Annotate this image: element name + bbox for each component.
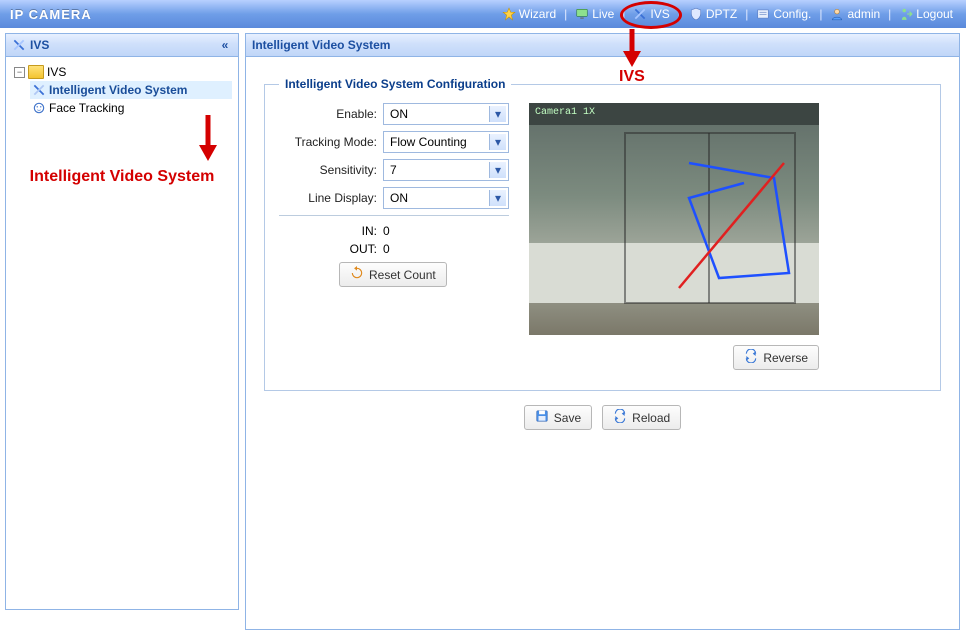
- in-label: IN:: [279, 224, 383, 238]
- line-display-label: Line Display:: [279, 191, 383, 205]
- fieldset-legend: Intelligent Video System Configuration: [279, 77, 511, 91]
- config-form: Enable: ON ▾ Tracking Mode: Flow Countin…: [279, 103, 509, 370]
- enable-select[interactable]: ON ▾: [383, 103, 509, 125]
- tree-root-ivs[interactable]: − IVS: [12, 63, 232, 81]
- sensitivity-label: Sensitivity:: [279, 163, 383, 177]
- nav-live[interactable]: Live: [572, 5, 617, 23]
- nav-dptz[interactable]: DPTZ: [686, 5, 740, 23]
- nav-config[interactable]: Config.: [753, 5, 814, 23]
- config-icon: [756, 7, 770, 21]
- main-panel-header: Intelligent Video System: [246, 34, 959, 57]
- sidebar-tree: − IVS Intelligent Video System Face Trac…: [6, 57, 238, 609]
- preview-column: Camera1 1X: [529, 103, 926, 370]
- chevron-down-icon: ▾: [489, 106, 506, 122]
- chevron-down-icon: ▾: [489, 134, 506, 150]
- main-area: Intelligent Video System Intelligent Vid…: [239, 28, 966, 610]
- tools-icon: [32, 83, 46, 97]
- tools-icon: [12, 38, 26, 52]
- face-icon: [32, 101, 46, 115]
- reset-icon: [350, 266, 364, 283]
- app-title: IP CAMERA: [10, 7, 92, 22]
- sidebar-panel-title: IVS: [30, 38, 49, 52]
- action-buttons-row: Save Reload: [264, 405, 941, 430]
- nav-admin[interactable]: admin: [827, 5, 883, 23]
- config-fieldset: Intelligent Video System Configuration E…: [264, 77, 941, 391]
- sidebar: IVS « − IVS Intelligent Video System: [0, 28, 239, 610]
- reload-icon: [613, 409, 627, 426]
- user-icon: [830, 7, 844, 21]
- in-value: 0: [383, 224, 390, 238]
- camera-preview[interactable]: Camera1 1X: [529, 103, 819, 335]
- save-icon: [535, 409, 549, 426]
- main-panel-title: Intelligent Video System: [252, 38, 390, 52]
- logout-icon: [899, 7, 913, 21]
- monitor-icon: [575, 7, 589, 21]
- camera-overlay: [529, 103, 819, 335]
- reload-button[interactable]: Reload: [602, 405, 681, 430]
- sensitivity-select[interactable]: 7 ▾: [383, 159, 509, 181]
- collapse-button[interactable]: «: [218, 38, 232, 52]
- reset-count-button[interactable]: Reset Count: [339, 262, 447, 287]
- chevron-down-icon: ▾: [489, 162, 506, 178]
- sidebar-panel: IVS « − IVS Intelligent Video System: [5, 33, 239, 610]
- swap-icon: [744, 349, 758, 366]
- main-panel: Intelligent Video System Intelligent Vid…: [245, 33, 960, 630]
- tracking-mode-label: Tracking Mode:: [279, 135, 383, 149]
- sidebar-panel-header: IVS «: [6, 34, 238, 57]
- folder-icon: [28, 65, 44, 79]
- shield-icon: [689, 7, 703, 21]
- nav-wizard[interactable]: Wizard: [499, 5, 559, 23]
- reverse-button[interactable]: Reverse: [733, 345, 819, 370]
- nav-logout[interactable]: Logout: [896, 5, 956, 23]
- out-label: OUT:: [279, 242, 383, 256]
- header-nav: Wizard | Live | IVS | DPTZ | Config. | a…: [499, 5, 956, 23]
- enable-label: Enable:: [279, 107, 383, 121]
- tree-collapse-icon[interactable]: −: [14, 67, 25, 78]
- chevron-down-icon: ▾: [489, 190, 506, 206]
- line-display-select[interactable]: ON ▾: [383, 187, 509, 209]
- out-value: 0: [383, 242, 390, 256]
- nav-ivs[interactable]: IVS: [630, 5, 672, 23]
- tools-icon: [633, 7, 647, 21]
- star-icon: [502, 7, 516, 21]
- tree-item-face-tracking[interactable]: Face Tracking: [30, 99, 232, 117]
- save-button[interactable]: Save: [524, 405, 592, 430]
- app-header: IP CAMERA Wizard | Live | IVS | DPTZ | C…: [0, 0, 966, 28]
- tree-item-intelligent-video-system[interactable]: Intelligent Video System: [30, 81, 232, 99]
- tracking-mode-select[interactable]: Flow Counting ▾: [383, 131, 509, 153]
